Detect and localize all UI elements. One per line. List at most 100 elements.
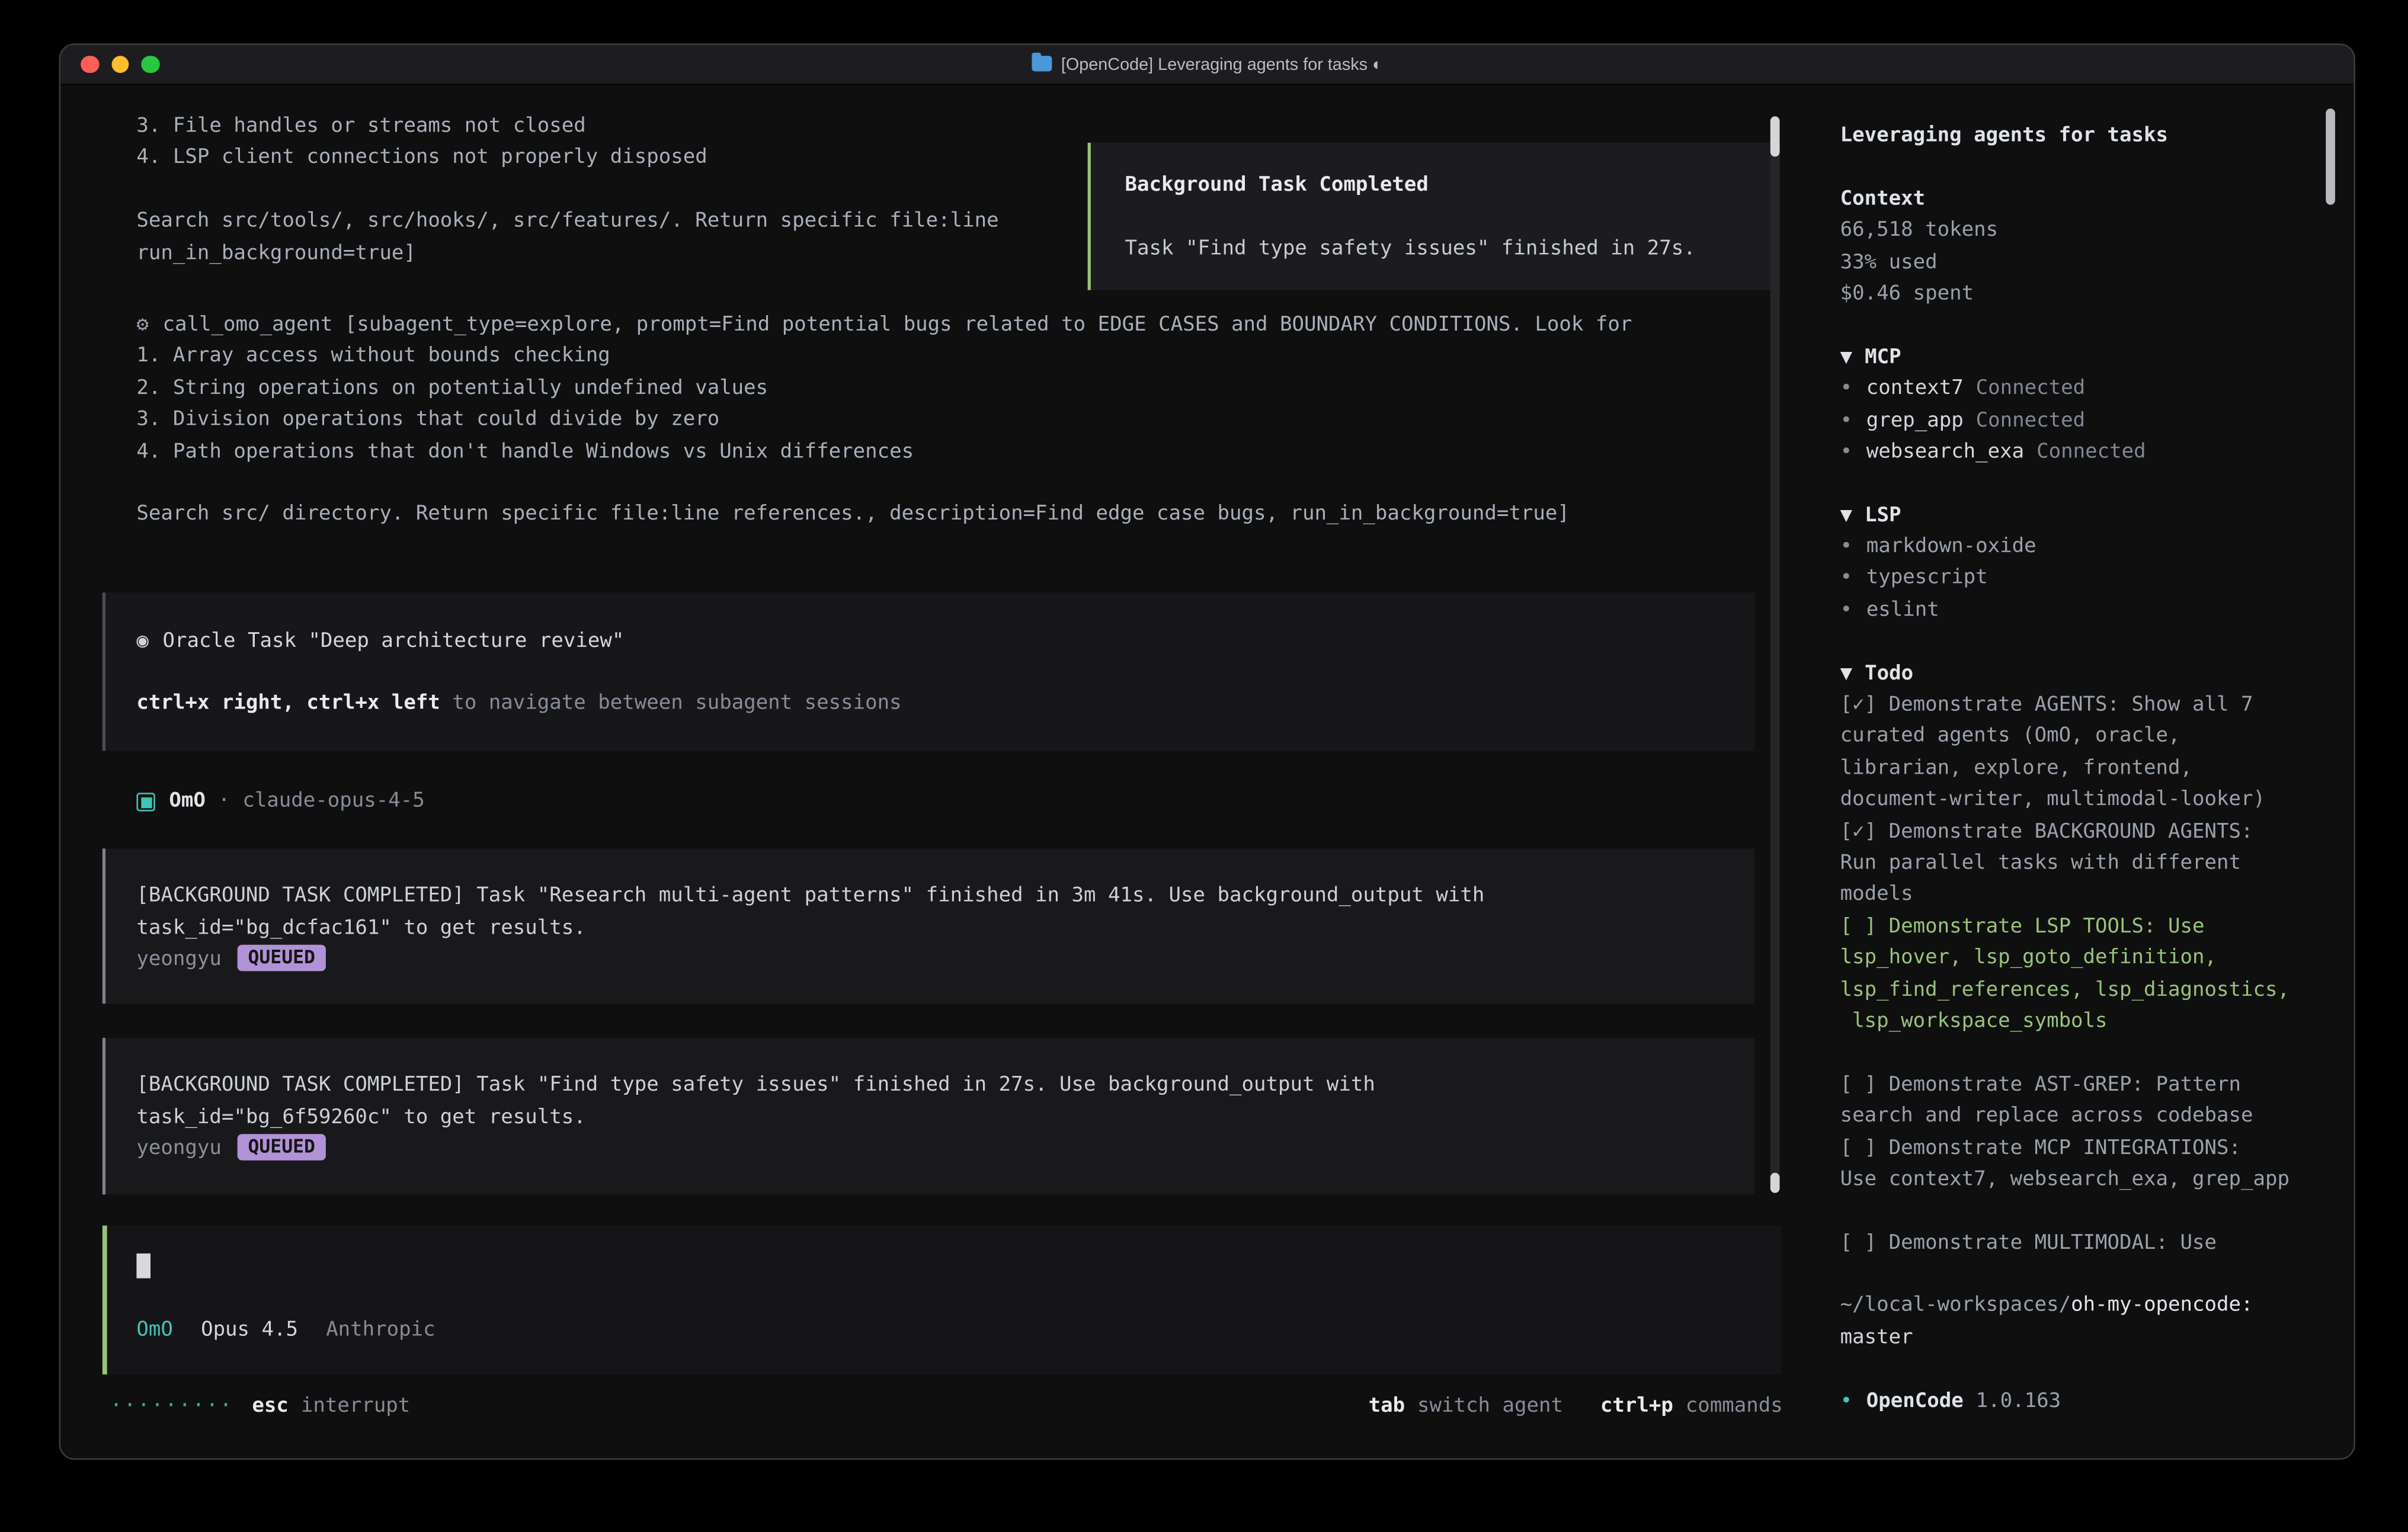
- mcp-item: •grep_appConnected: [1840, 406, 2327, 437]
- todo-heading-label: Todo: [1865, 662, 1913, 685]
- todo-active-line: lsp_hover, lsp_goto_definition,: [1840, 944, 2327, 975]
- todo-section-heading[interactable]: ▼ Todo: [1840, 659, 2327, 690]
- tool-call-line: 4. Path operations that don't handle Win…: [136, 437, 1770, 468]
- chevron-down-icon: ▼: [1840, 662, 1852, 685]
- tool-call-block: ⚙ call_omo_agent [subagent_type=explore, …: [136, 310, 1770, 532]
- message-author: yeongyu: [136, 1137, 221, 1161]
- agent-name: OmO: [169, 786, 205, 818]
- active-provider-name: Anthropic: [326, 1319, 435, 1342]
- tool-call-text: call_omo_agent [subagent_type=explore, p…: [163, 313, 1632, 336]
- bullet-icon: •: [1840, 1389, 1852, 1412]
- message-author: yeongyu: [136, 948, 221, 971]
- mcp-item-name: websearch_exa: [1866, 440, 2024, 463]
- bullet-icon: •: [1840, 377, 1852, 400]
- folder-icon: [1032, 55, 1052, 70]
- terminal-window: [OpenCode] Leveraging agents for tasks ◐…: [59, 43, 2356, 1460]
- lsp-section-heading[interactable]: ▼LSP: [1840, 501, 2327, 532]
- todo-done-line: [✓] Demonstrate BACKGROUND AGENTS:: [1840, 817, 2327, 848]
- message-line: [BACKGROUND TASK COMPLETED] Task "Resear…: [136, 882, 1727, 913]
- agent-checkbox-icon: [136, 793, 155, 811]
- oracle-hint-text: to navigate between subagent sessions: [440, 693, 902, 716]
- lsp-item: •eslint: [1840, 595, 2327, 627]
- app-version: 1.0.163: [1976, 1389, 2061, 1412]
- todo-pending-line: [ ] Demonstrate AST-GREP: Pattern: [1840, 1070, 2327, 1101]
- todo-pending-line: [ ] Demonstrate MULTIMODAL: Use: [1840, 1228, 2327, 1259]
- tab-key-hint: tab: [1369, 1394, 1405, 1417]
- tool-call-line: Search src/ directory. Return specific f…: [136, 500, 1770, 531]
- tab-key-label: switch agent: [1417, 1394, 1563, 1417]
- message-line: task_id="bg_dcfac161" to get results.: [136, 913, 1727, 944]
- window-controls: [81, 45, 159, 84]
- bullet-icon: •: [1840, 598, 1852, 621]
- zoom-window-button[interactable]: [141, 56, 159, 73]
- mcp-item: • context7 Connected: [1840, 374, 2327, 405]
- tool-call-line: 1. Array access without bounds checking: [136, 342, 1770, 373]
- minimize-window-button[interactable]: [111, 56, 129, 73]
- spacer: [1840, 1197, 2327, 1228]
- bullet-icon: •: [1840, 536, 1852, 559]
- screen: [OpenCode] Leveraging agents for tasks ◐…: [0, 0, 2408, 1532]
- context-tokens: 66,518 tokens: [1840, 216, 2327, 247]
- todo-active-line: lsp_workspace_symbols: [1840, 1007, 2327, 1038]
- ctrlp-key-hint: ctrl+p: [1600, 1394, 1673, 1417]
- terminal-content: 3. File handles or streams not closed 4.…: [60, 85, 2353, 1458]
- agent-model: claude-opus-4-5: [242, 786, 424, 818]
- mcp-item-status: Connected: [2036, 440, 2146, 463]
- scrollbar-thumb[interactable]: [1770, 116, 1780, 156]
- todo-done-line: curated agents (OmO, oracle,: [1840, 722, 2327, 754]
- oracle-task-title-line: ◉Oracle Task "Deep architecture review": [136, 626, 1727, 658]
- todo-done-line: models: [1840, 880, 2327, 912]
- chevron-down-icon: ▼: [1840, 504, 1852, 527]
- lsp-item-name: typescript: [1866, 567, 1988, 590]
- background-task-toast: Background Task Completed Task "Find typ…: [1088, 143, 1780, 290]
- mcp-item: •websearch_exaConnected: [1840, 437, 2327, 469]
- message-meta: yeongyu QUEUED: [136, 1134, 1727, 1166]
- session-sidebar: Leveraging agents for tasks Context 66,5…: [1840, 85, 2327, 1418]
- spacer: [1840, 1355, 2327, 1386]
- status-badge: QUEUED: [237, 1134, 326, 1161]
- message-line: [BACKGROUND TASK COMPLETED] Task "Find t…: [136, 1071, 1727, 1102]
- version-row: •OpenCode1.0.163: [1840, 1386, 2327, 1418]
- close-window-button[interactable]: [81, 56, 98, 73]
- workspace-path: ~/local-workspaces/oh-my-opencode:: [1840, 1291, 2327, 1323]
- sidebar-scrollbar-thumb[interactable]: [2326, 108, 2335, 204]
- lsp-item-name: markdown-oxide: [1866, 536, 2036, 559]
- context-used: 33% used: [1840, 248, 2327, 279]
- toast-body: Task "Find type safety issues" finished …: [1125, 234, 1776, 265]
- todo-pending-line: [ ] Demonstrate MCP INTEGRATIONS:: [1840, 1133, 2327, 1165]
- message-line: task_id="bg_6f59260c" to get results.: [136, 1102, 1727, 1134]
- transcript-line: 3. File handles or streams not closed: [136, 112, 1770, 143]
- oracle-icon: ◉: [136, 629, 148, 652]
- context-heading: Context: [1840, 184, 2327, 216]
- transcript-scrollbar[interactable]: [1770, 116, 1780, 1193]
- spacer: [1840, 469, 2327, 501]
- lsp-item: • markdown-oxide: [1840, 532, 2327, 563]
- message-card: [BACKGROUND TASK COMPLETED] Task "Resear…: [103, 849, 1755, 1004]
- workspace-repo-name: oh-my-opencode:: [2071, 1294, 2253, 1318]
- tool-call-line: 3. Division operations that could divide…: [136, 405, 1770, 437]
- todo-done-line: librarian, explore, frontend,: [1840, 754, 2327, 785]
- mcp-item-status: Connected: [1976, 377, 2085, 400]
- scrollbar-thumb[interactable]: [1770, 1173, 1780, 1193]
- oracle-task-panel[interactable]: ◉Oracle Task "Deep architecture review" …: [103, 592, 1755, 751]
- statusbar: ·········escinterrupt tab switch agent ctr…: [110, 1391, 1783, 1422]
- active-agent-name: OmO: [136, 1319, 172, 1342]
- mcp-section-heading[interactable]: ▼MCP: [1840, 342, 2327, 374]
- mcp-heading-label: MCP: [1865, 345, 1901, 368]
- mcp-item-name: context7: [1866, 377, 1964, 400]
- ctrlp-key-label: commands: [1686, 1394, 1783, 1417]
- spacer: [1125, 202, 1776, 233]
- tool-call-line: ⚙ call_omo_agent [subagent_type=explore, …: [136, 310, 1770, 342]
- statusbar-left: ·········escinterrupt: [110, 1391, 410, 1422]
- spacer: [1840, 153, 2327, 184]
- status-badge: QUEUED: [237, 945, 326, 972]
- prompt-input[interactable]: OmOOpus 4.5Anthropic: [103, 1225, 1781, 1374]
- toast-title: Background Task Completed: [1125, 171, 1776, 202]
- oracle-hint-line: ctrl+x right, ctrl+x left to navigate be…: [136, 690, 1727, 721]
- session-title: Leveraging agents for tasks: [1840, 121, 2327, 152]
- tool-call-line: 2. String operations on potentially unde…: [136, 373, 1770, 405]
- spacer: [136, 658, 1727, 689]
- gear-icon: ⚙: [136, 313, 148, 336]
- bullet-icon: •: [1840, 567, 1852, 590]
- todo-done-line: [✓] Demonstrate AGENTS: Show all 7: [1840, 690, 2327, 722]
